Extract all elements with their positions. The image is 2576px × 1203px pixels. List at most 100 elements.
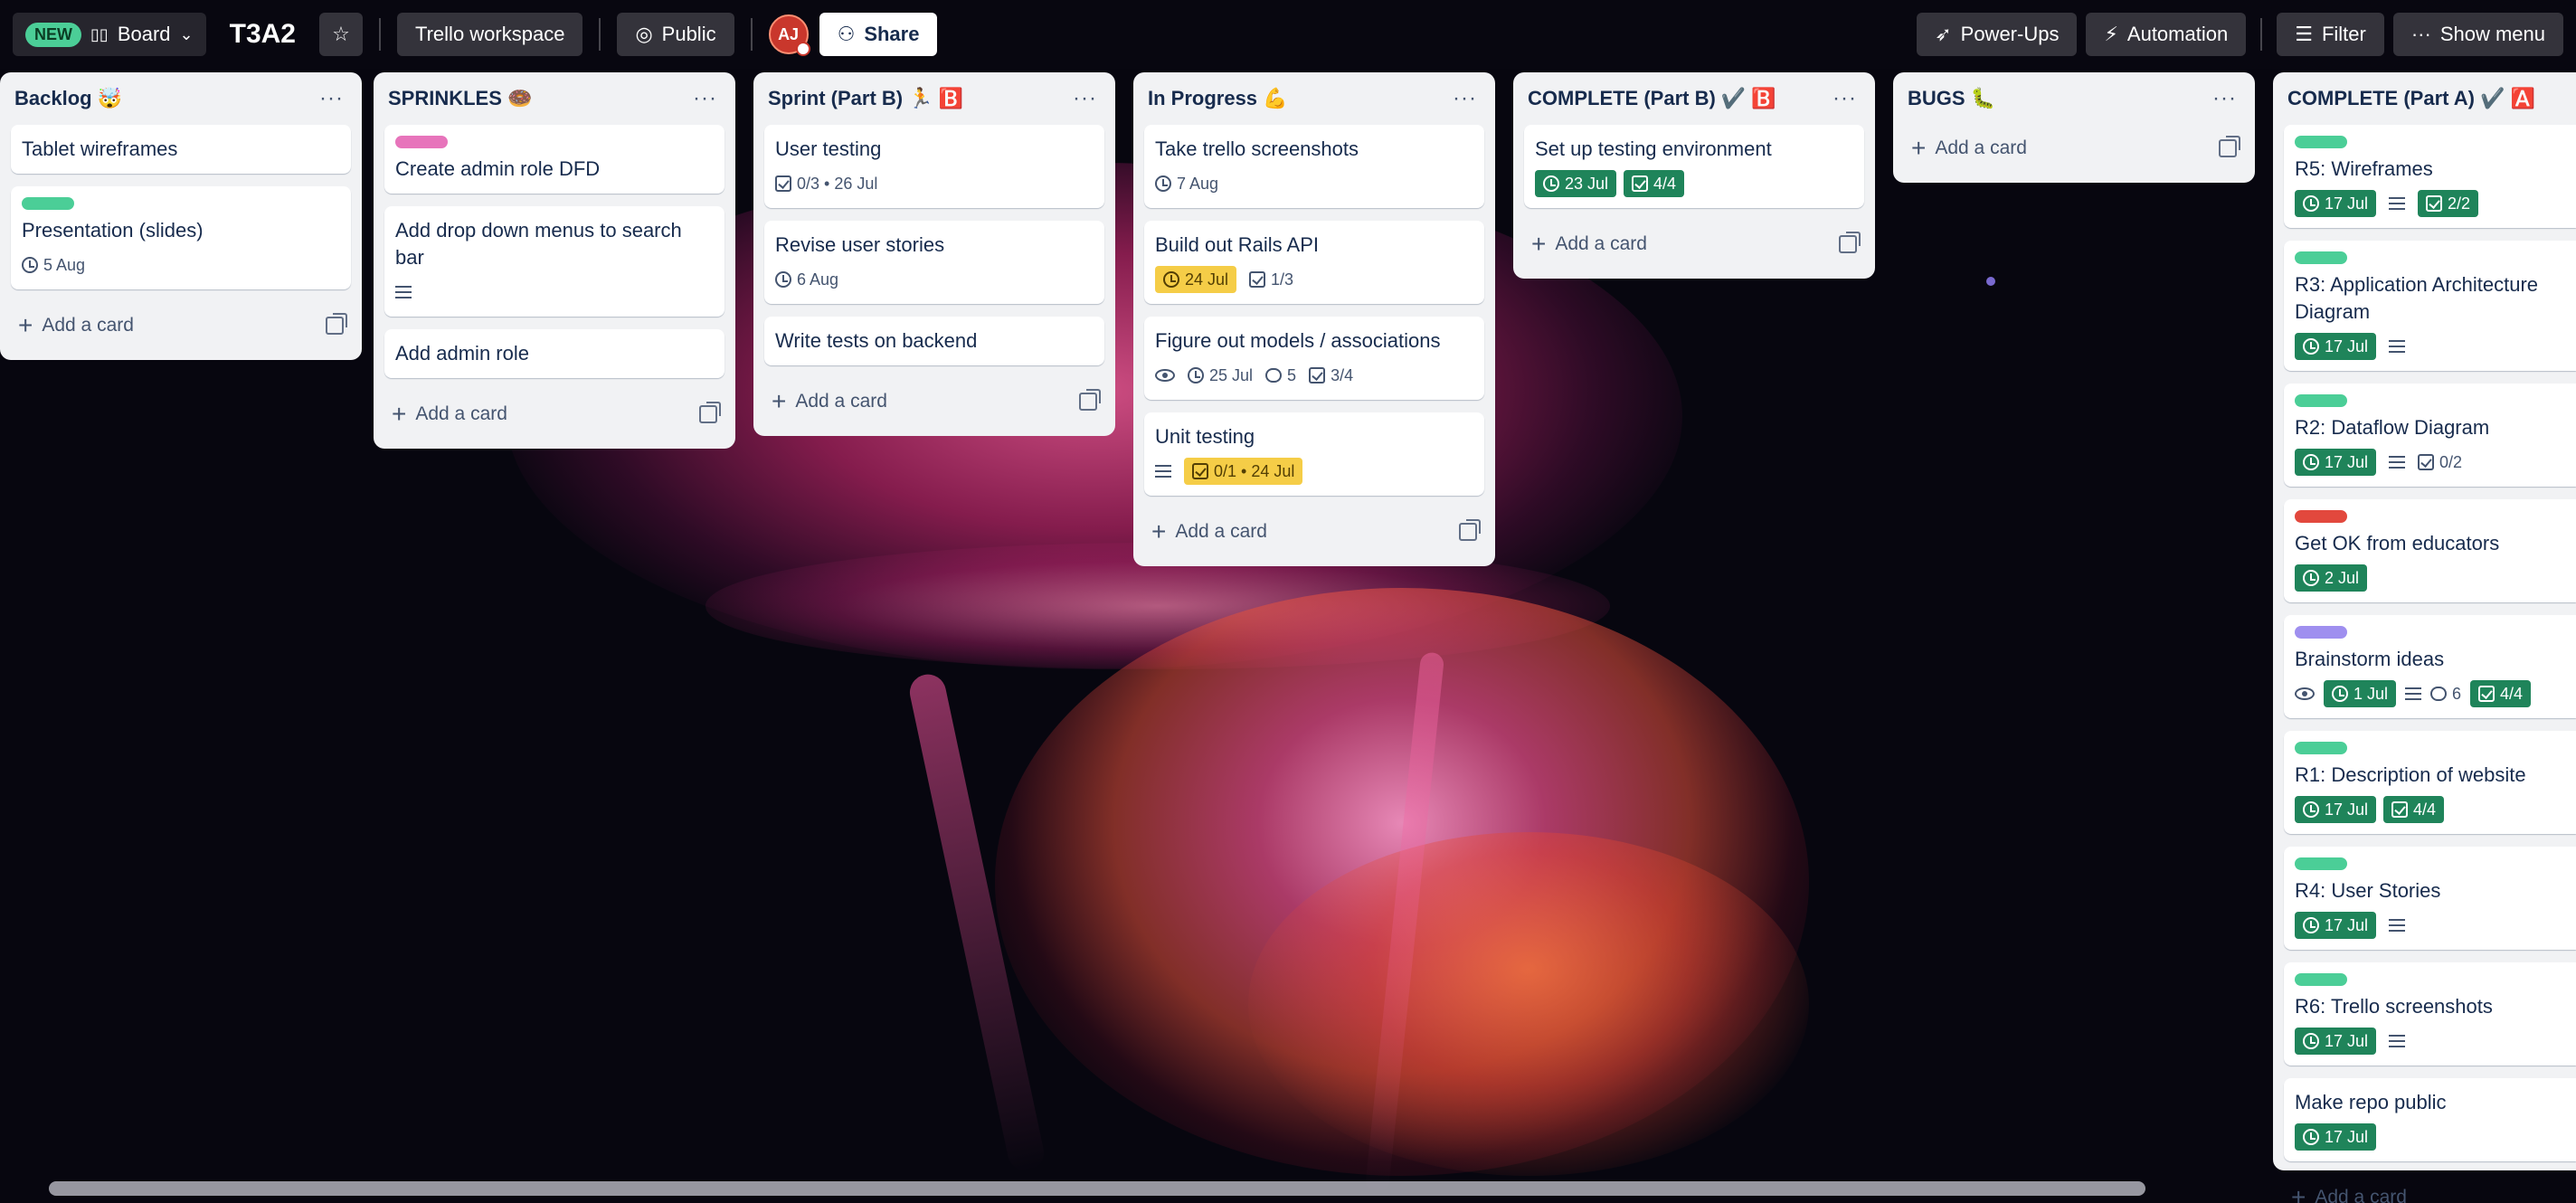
due-date-badge[interactable]: 17 Jul	[2295, 912, 2377, 939]
due-date-badge[interactable]: 17 Jul	[2295, 190, 2377, 217]
card-label-green[interactable]	[2295, 742, 2347, 754]
card-label-green[interactable]	[22, 197, 74, 210]
due-date-badge[interactable]: 17 Jul	[2295, 449, 2377, 476]
board-title[interactable]: T3A2	[230, 19, 296, 50]
due-date-badge[interactable]: 17 Jul	[2295, 1028, 2377, 1055]
template-icon[interactable]	[1079, 389, 1101, 411]
board-view-label: Board	[117, 23, 171, 45]
card-title: R3: Application Architecture Diagram	[2295, 273, 2539, 323]
add-card-button[interactable]: + Add a card	[1524, 221, 1864, 268]
lightning-icon: ⚡︎	[2104, 23, 2118, 45]
card[interactable]: Make repo public 17 Jul	[2284, 1078, 2576, 1161]
card[interactable]: R1: Description of website 17 Jul 4/4	[2284, 731, 2576, 834]
card-label-pink[interactable]	[395, 136, 448, 148]
template-icon[interactable]	[326, 313, 347, 335]
clock-icon	[2303, 801, 2319, 818]
due-date-badge[interactable]: 1 Jul	[2324, 680, 2397, 707]
workspace-button[interactable]: Trello workspace	[396, 13, 583, 56]
divider	[599, 18, 601, 51]
due-date-badge[interactable]: 23 Jul	[1535, 170, 1617, 197]
due-date-badge[interactable]: 6 Aug	[775, 266, 838, 293]
description-icon	[2389, 919, 2406, 932]
card[interactable]: R4: User Stories 17 Jul	[2284, 847, 2576, 950]
due-date-badge[interactable]: 2 Jul	[2295, 564, 2368, 592]
show-menu-button[interactable]: ··· Show menu	[2392, 13, 2563, 56]
add-card-button[interactable]: + Add a card	[1144, 508, 1484, 555]
card[interactable]: Add admin role	[384, 329, 724, 378]
automation-button[interactable]: ⚡︎ Automation	[2086, 13, 2247, 56]
template-icon[interactable]	[1459, 519, 1481, 541]
list-header[interactable]: Sprint (Part B) 🏃 🅱️ ···	[764, 72, 1104, 125]
card[interactable]: Figure out models / associations 25 Jul …	[1144, 317, 1484, 400]
card[interactable]: Revise user stories 6 Aug	[764, 221, 1104, 304]
due-date-badge[interactable]: 17 Jul	[2295, 333, 2377, 360]
description-badge	[2389, 449, 2406, 476]
more-icon[interactable]: ···	[1073, 86, 1097, 111]
due-date-badge[interactable]: 25 Jul	[1188, 362, 1253, 389]
more-icon[interactable]: ···	[1833, 86, 1857, 111]
due-date-badge[interactable]: 24 Jul	[1155, 266, 1237, 293]
due-date-badge[interactable]: 5 Aug	[22, 251, 85, 279]
card[interactable]: R6: Trello screenshots 17 Jul	[2284, 962, 2576, 1066]
more-icon[interactable]: ···	[1453, 86, 1477, 111]
add-card-button[interactable]: + Add a card	[1904, 125, 2244, 172]
filter-button[interactable]: ☰ Filter	[2277, 13, 2384, 56]
list-header[interactable]: In Progress 💪 ···	[1144, 72, 1484, 125]
card-label-red[interactable]	[2295, 510, 2347, 523]
card-label-purple[interactable]	[2295, 626, 2347, 639]
add-card-button[interactable]: + Add a card	[384, 391, 724, 438]
card[interactable]: Take trello screenshots 7 Aug	[1144, 125, 1484, 208]
visibility-button[interactable]: ◎ Public	[617, 13, 734, 56]
checklist-icon	[775, 175, 791, 192]
card-label-green[interactable]	[2295, 973, 2347, 986]
card[interactable]: Create admin role DFD	[384, 125, 724, 194]
filter-label: Filter	[2321, 23, 2366, 45]
card-title: R6: Trello screenshots	[2295, 995, 2493, 1018]
card[interactable]: Tablet wireframes	[11, 125, 351, 174]
comment-icon	[1265, 368, 1283, 383]
card-label-green[interactable]	[2295, 136, 2347, 148]
card-title: Add admin role	[395, 342, 529, 365]
card[interactable]: Add drop down menus to search bar	[384, 206, 724, 317]
more-icon[interactable]: ···	[2212, 86, 2237, 111]
template-icon[interactable]	[1839, 232, 1861, 253]
card[interactable]: Set up testing environment 23 Jul 4/4	[1524, 125, 1864, 208]
card[interactable]: R5: Wireframes 17 Jul 2/2	[2284, 125, 2576, 228]
add-card-button[interactable]: + Add a card	[11, 302, 351, 349]
star-board-button[interactable]: ☆	[318, 13, 363, 56]
add-card-button[interactable]: + Add a card	[2284, 1174, 2576, 1203]
list-header[interactable]: COMPLETE (Part A) ✔️ 🅰️	[2284, 72, 2576, 125]
power-ups-button[interactable]: ➶ Power-Ups	[1917, 13, 2078, 56]
add-card-button[interactable]: + Add a card	[764, 378, 1104, 425]
card[interactable]: Brainstorm ideas 1 Jul 6 4/4	[2284, 615, 2576, 718]
due-date-badge[interactable]: 7 Aug	[1155, 170, 1218, 197]
card[interactable]: User testing 0/3 • 26 Jul	[764, 125, 1104, 208]
share-button[interactable]: ⚇ Share	[819, 13, 938, 56]
avatar[interactable]: AJ	[768, 14, 810, 56]
card[interactable]: Unit testing 0/1 • 24 Jul	[1144, 412, 1484, 496]
list-header[interactable]: BUGS 🐛 ···	[1904, 72, 2244, 125]
list-header[interactable]: SPRINKLES 🍩 ···	[384, 72, 724, 125]
card[interactable]: Presentation (slides) 5 Aug	[11, 186, 351, 289]
card[interactable]: Write tests on backend	[764, 317, 1104, 365]
card-title: Revise user stories	[775, 233, 945, 256]
card-label-green[interactable]	[2295, 251, 2347, 264]
card[interactable]: Build out Rails API 24 Jul 1/3	[1144, 221, 1484, 304]
card-label-green[interactable]	[2295, 857, 2347, 870]
list-header[interactable]: Backlog 🤯 ···	[11, 72, 351, 125]
card-label-green[interactable]	[2295, 394, 2347, 407]
card[interactable]: R2: Dataflow Diagram 17 Jul 0/2	[2284, 384, 2576, 487]
horizontal-scrollbar[interactable]	[49, 1181, 2145, 1196]
list-title: Sprint (Part B) 🏃 🅱️	[768, 87, 964, 109]
board-view-switcher[interactable]: NEW ▯▯ Board ⌄	[13, 13, 206, 56]
eye-icon	[1155, 369, 1175, 382]
list-header[interactable]: COMPLETE (Part B) ✔️ 🅱️ ···	[1524, 72, 1864, 125]
card[interactable]: Get OK from educators 2 Jul	[2284, 499, 2576, 602]
template-icon[interactable]	[699, 402, 721, 423]
card[interactable]: R3: Application Architecture Diagram 17 …	[2284, 241, 2576, 371]
template-icon[interactable]	[2219, 136, 2240, 157]
due-date-badge[interactable]: 17 Jul	[2295, 1123, 2377, 1151]
more-icon[interactable]: ···	[319, 86, 344, 111]
due-date-badge[interactable]: 17 Jul	[2295, 796, 2377, 823]
more-icon[interactable]: ···	[693, 86, 717, 111]
